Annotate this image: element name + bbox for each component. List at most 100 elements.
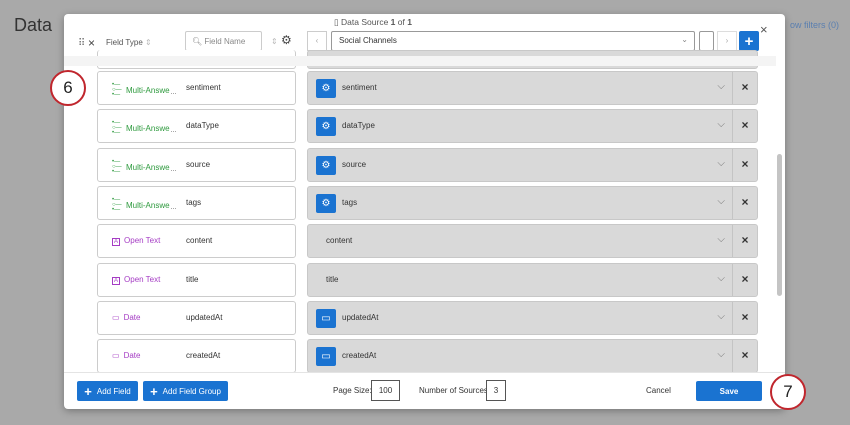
source-stepper[interactable] xyxy=(699,31,714,51)
mapped-field: sentiment xyxy=(342,83,377,92)
chevron-down-icon[interactable]: ⌵ xyxy=(717,119,725,130)
mapping-select[interactable]: ▭ updatedAt ⌵ × xyxy=(307,300,758,335)
remove-mapping-icon[interactable]: × xyxy=(732,186,757,219)
mapping-select[interactable]: title ⌵ × xyxy=(307,262,758,297)
field-name[interactable]: dataType xyxy=(186,121,219,130)
remove-mapping-icon[interactable]: × xyxy=(732,225,757,258)
mapping-select[interactable]: ⚙ tags ⌵ × xyxy=(307,185,758,220)
mapped-field: content xyxy=(326,236,353,246)
sort-icon: ⇕ xyxy=(145,38,152,47)
save-button[interactable]: Save xyxy=(696,381,762,401)
field-name[interactable]: content xyxy=(186,236,212,245)
add-field-button[interactable]: + Add Field xyxy=(77,381,138,401)
field-row[interactable]: •— ○— •— Multi-Answe... source xyxy=(97,147,296,182)
chevron-down-icon[interactable]: ⌵ xyxy=(717,158,725,169)
chevron-down-icon[interactable]: ⌵ xyxy=(717,234,725,245)
data-source-indicator: ▯ Data Source 1 of 1 xyxy=(334,17,412,27)
gear-icon[interactable]: ⚙ xyxy=(316,155,336,175)
field-type[interactable]: A Open Text xyxy=(112,275,161,285)
remove-mapping-icon[interactable]: × xyxy=(732,301,757,334)
field-row[interactable]: •— ○— •— Multi-Answe... sentiment xyxy=(97,71,296,105)
add-source-button[interactable]: + xyxy=(739,31,759,51)
chevron-down-icon: ⌄ xyxy=(681,35,688,44)
multi-type-icon: •— ○— •— xyxy=(112,120,122,137)
source-select[interactable]: Social Channels ⌄ xyxy=(331,31,695,51)
plus-icon: + xyxy=(84,383,92,399)
field-type[interactable]: ▭ Date xyxy=(112,313,141,322)
field-name[interactable]: updatedAt xyxy=(186,313,222,322)
field-name[interactable]: sentiment xyxy=(186,83,221,92)
mapping-select[interactable]: ⚙ dataType ⌵ × xyxy=(307,109,758,144)
gear-icon[interactable]: ⚙ xyxy=(316,79,336,98)
footer-divider xyxy=(64,372,785,373)
show-filters-link[interactable]: ow filters (0) xyxy=(790,20,839,30)
chevron-down-icon[interactable]: ⌵ xyxy=(717,273,725,284)
prev-source-button[interactable]: ‹ xyxy=(307,31,327,51)
field-name[interactable]: title xyxy=(186,275,198,284)
page-size-label: Page Size: xyxy=(333,386,372,395)
field-type[interactable]: •— ○— •— Multi-Answe... xyxy=(112,82,176,98)
field-name[interactable]: tags xyxy=(186,198,201,207)
scrollbar[interactable] xyxy=(777,154,782,296)
field-row[interactable]: •— ○— •— Multi-Answe... tags xyxy=(97,185,296,220)
mapped-field: dataType xyxy=(342,121,375,131)
field-name[interactable]: createdAt xyxy=(186,351,220,360)
add-field-group-button[interactable]: + Add Field Group xyxy=(143,381,228,401)
field-type-header: Field Type xyxy=(106,38,143,47)
field-type[interactable]: •— ○— •— Multi-Answe... xyxy=(112,196,176,213)
mapping-select[interactable]: ▭ createdAt ⌵ × xyxy=(307,339,758,374)
num-sources-input[interactable]: 3 xyxy=(486,380,506,401)
text-type-icon: A xyxy=(112,276,121,285)
remove-mapping-icon[interactable]: × xyxy=(732,263,757,296)
field-type[interactable]: A Open Text xyxy=(112,236,161,247)
mapping-select[interactable]: ⚙ sentiment ⌵ × xyxy=(307,71,758,105)
mapped-field: tags xyxy=(342,197,358,207)
calendar-icon[interactable]: ▭ xyxy=(316,347,336,367)
text-type-icon: A xyxy=(112,238,121,247)
next-source-button[interactable]: › xyxy=(717,31,737,51)
field-row[interactable]: A Open Text content xyxy=(97,224,296,259)
remove-mapping-icon[interactable]: × xyxy=(732,340,757,373)
calendar-icon[interactable]: ▭ xyxy=(316,308,336,328)
mapped-field: updatedAt xyxy=(342,312,379,322)
header-divider xyxy=(64,56,776,66)
remove-mapping-icon[interactable]: × xyxy=(732,110,757,143)
mapped-field: title xyxy=(326,274,339,284)
field-type[interactable]: ▭ Date xyxy=(112,351,141,360)
cancel-button[interactable]: Cancel xyxy=(646,386,671,395)
field-type-sort[interactable]: Field Type ⇕ xyxy=(106,38,152,47)
field-row[interactable]: A Open Text title xyxy=(97,262,296,297)
field-row[interactable]: ▭ Date createdAt xyxy=(97,339,296,374)
multi-type-icon: •— ○— •— xyxy=(112,158,122,175)
search-icon: 🔍︎ xyxy=(192,37,203,46)
clear-icon[interactable]: × xyxy=(88,36,95,50)
settings-gears-icon[interactable]: ⚙ xyxy=(281,33,292,47)
step-7-callout: 7 xyxy=(770,374,806,410)
page-size-input[interactable]: 100 xyxy=(371,380,400,401)
gear-icon[interactable]: ⚙ xyxy=(316,117,336,137)
date-type-icon: ▭ xyxy=(112,312,120,322)
field-type[interactable]: •— ○— •— Multi-Answe... xyxy=(112,120,176,137)
field-name[interactable]: source xyxy=(186,160,210,169)
field-row[interactable]: •— ○— •— Multi-Answe... dataType xyxy=(97,109,296,144)
remove-mapping-icon[interactable]: × xyxy=(732,72,757,104)
plus-icon: + xyxy=(150,383,158,399)
field-row[interactable]: ▭ Date updatedAt xyxy=(97,300,296,335)
multi-type-icon: •— ○— •— xyxy=(112,196,122,213)
chevron-down-icon[interactable]: ⌵ xyxy=(717,349,725,360)
chevron-down-icon[interactable]: ⌵ xyxy=(717,81,725,92)
field-name-search[interactable]: 🔍︎ Field Name xyxy=(185,31,262,51)
mapping-select[interactable]: content ⌵ × xyxy=(307,224,758,259)
mapped-field: source xyxy=(342,159,367,169)
drag-handle-icon[interactable]: ⠿ xyxy=(78,38,85,49)
gear-icon[interactable]: ⚙ xyxy=(316,193,336,213)
mapped-field: createdAt xyxy=(342,351,377,361)
chevron-down-icon[interactable]: ⌵ xyxy=(717,196,725,207)
field-type[interactable]: •— ○— •— Multi-Answe... xyxy=(112,158,176,175)
remove-mapping-icon[interactable]: × xyxy=(732,148,757,181)
close-icon[interactable]: × xyxy=(760,22,768,37)
field-mapping-modal: ⠿ × Field Type ⇕ 🔍︎ Field Name ⇕ ⚙ ▯ Dat… xyxy=(64,14,785,409)
sort-icon[interactable]: ⇕ xyxy=(271,37,278,46)
mapping-select[interactable]: ⚙ source ⌵ × xyxy=(307,147,758,182)
chevron-down-icon[interactable]: ⌵ xyxy=(717,311,725,322)
